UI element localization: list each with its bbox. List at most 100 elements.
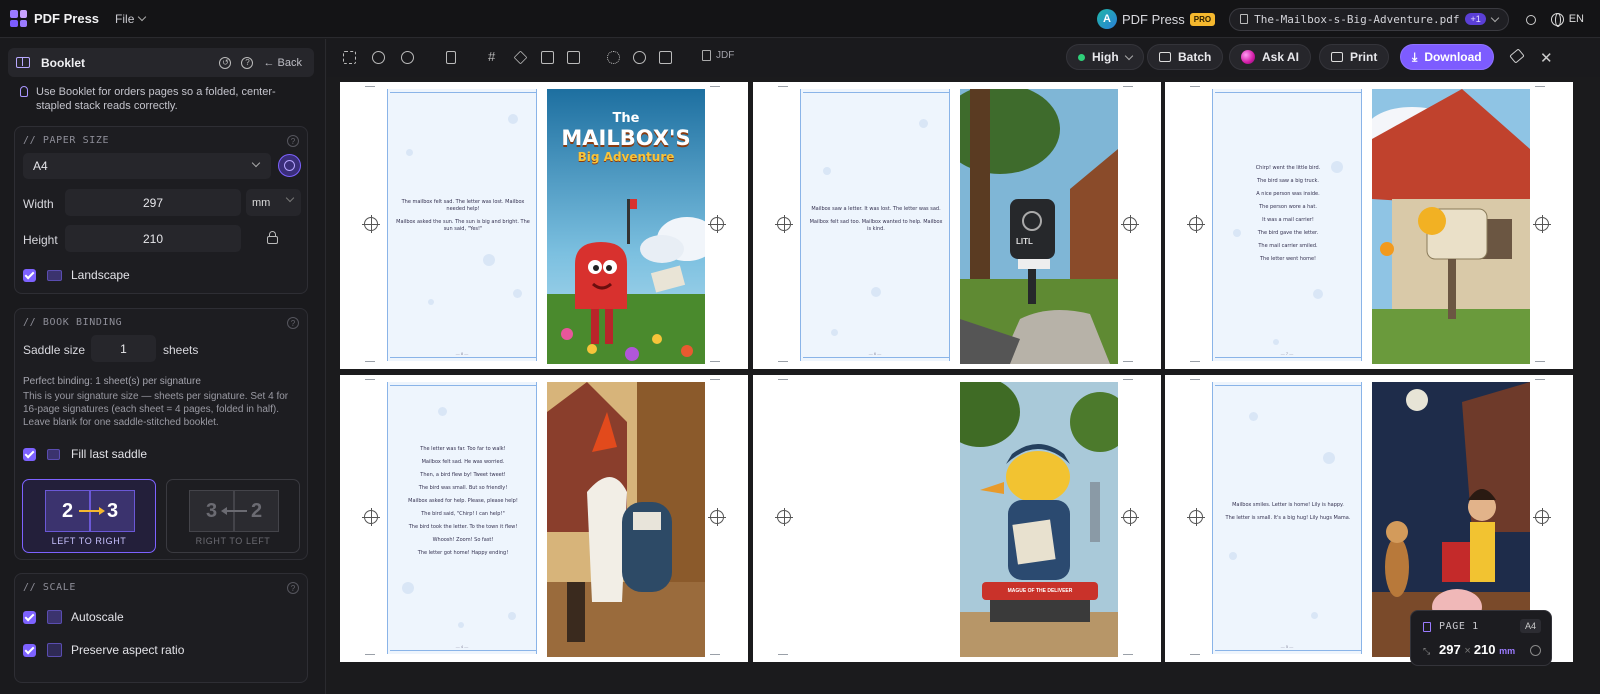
account-brand[interactable]: A PDF Press PRO — [1096, 9, 1216, 29]
grid-hash-icon[interactable]: # — [488, 49, 501, 64]
printer-icon — [1331, 52, 1343, 62]
app-logo[interactable]: PDF Press — [10, 10, 99, 27]
preserve-aspect-checkbox[interactable] — [23, 644, 36, 657]
width-input[interactable]: 297 — [65, 189, 241, 216]
back-button[interactable]: ← Back — [263, 57, 302, 69]
theme-toggle-sun-icon[interactable] — [1523, 12, 1537, 26]
help-icon[interactable]: ? — [287, 135, 299, 147]
compare-icon[interactable] — [659, 51, 672, 64]
paper-size-card: // PAPER SIZE ? A4 Width 297 mm Height 2… — [14, 126, 308, 294]
section-title: // BOOK BINDING — [23, 317, 123, 328]
document-icon — [1240, 14, 1249, 24]
book-binding-card: // BOOK BINDING ? Saddle size 1 sheets P… — [14, 308, 308, 560]
globe-icon — [1550, 12, 1564, 27]
story-line: The letter went home! — [1259, 256, 1317, 262]
checkbox-icon[interactable] — [567, 51, 580, 64]
page-info-panel: PAGE 1 A4 ⤡ 297 × 210 mm — [1410, 610, 1552, 666]
quality-select[interactable]: High — [1066, 44, 1144, 70]
unit-select[interactable]: mm — [246, 189, 301, 216]
book-open-icon — [16, 57, 30, 68]
document-icon — [702, 50, 711, 61]
registration-mark-icon — [1533, 215, 1551, 233]
lock-open-icon[interactable] — [267, 231, 278, 244]
blank-page — [800, 382, 950, 654]
sidebar-header: Booklet ↺ ? ← Back — [8, 48, 314, 77]
booklet-sheet[interactable]: Chirp! went the little bird. The bird sa… — [1165, 82, 1573, 369]
story-line: The bird saw a big truck. — [1257, 178, 1319, 184]
paper-size-value: A4 — [33, 159, 48, 173]
language-selector[interactable]: EN — [1550, 12, 1584, 27]
info-icon[interactable] — [1530, 645, 1541, 656]
saddle-size-input[interactable]: 1 — [91, 335, 156, 362]
book-label: MAGUE OF THE DELIVEER — [1007, 588, 1073, 594]
back-label: Back — [277, 56, 302, 69]
autoscale-checkbox[interactable] — [23, 611, 36, 624]
table-icon[interactable] — [541, 51, 554, 64]
add-paper-size-button[interactable] — [278, 154, 301, 177]
cover-title-line3: Big Adventure — [577, 150, 675, 164]
fit-screen-icon[interactable] — [343, 51, 356, 64]
chevron-down-icon — [251, 158, 261, 168]
registration-mark-icon — [362, 508, 380, 526]
layers-icon[interactable] — [513, 50, 528, 65]
saddle-unit-label: sheets — [163, 343, 199, 357]
print-label: Print — [1350, 50, 1378, 64]
story-line: A nice person was inside. — [1256, 191, 1320, 197]
height-input[interactable]: 210 — [65, 225, 241, 252]
landscape-label: Landscape — [71, 268, 130, 282]
aspect-ratio-icon — [47, 643, 62, 657]
info-icon[interactable] — [633, 51, 646, 64]
booklet-sheet[interactable]: MAGUE OF THE DELIVEER — [753, 375, 1161, 662]
batch-button[interactable]: Batch — [1147, 44, 1224, 70]
help-icon[interactable]: ? — [241, 56, 254, 69]
booklet-sheet[interactable]: The letter was far. Too far to walk! Mai… — [340, 375, 748, 662]
file-count-badge: +1 — [1465, 13, 1486, 25]
help-icon[interactable]: ? — [287, 317, 299, 329]
page-label: PAGE 1 — [1439, 621, 1479, 632]
help-icon[interactable]: ? — [287, 582, 299, 594]
file-menu-label: File — [115, 11, 135, 26]
chevron-down-icon — [1124, 51, 1133, 60]
story-line: Chirp! went the little bird. — [1255, 165, 1321, 171]
document-icon — [1423, 622, 1431, 632]
download-button[interactable]: ⤓ Download — [1400, 44, 1494, 70]
cover-title-line1: The — [612, 111, 640, 126]
page-number: — 8 — — [455, 351, 469, 356]
paper-size-select[interactable]: A4 — [23, 153, 271, 179]
saddle-icon — [47, 449, 60, 460]
left-to-right-button[interactable]: 2 3 LEFT TO RIGHT — [22, 479, 156, 553]
plus-circle-icon — [284, 160, 295, 171]
direction-label: RIGHT TO LEFT — [195, 536, 271, 546]
registration-mark-icon — [708, 508, 726, 526]
reset-icon[interactable]: ↺ — [219, 56, 232, 69]
file-selector[interactable]: The-Mailbox-s-Big-Adventure.pdf +1 — [1229, 7, 1509, 31]
cover-title-line2: MAILBOX'S — [561, 126, 691, 150]
booklet-sheet[interactable]: Mailbox saw a letter. It was lost. The l… — [753, 82, 1161, 369]
landscape-checkbox[interactable] — [23, 269, 36, 282]
booklet-hint: Use Booklet for orders pages so a folded… — [20, 85, 310, 113]
ask-ai-button[interactable]: Ask AI — [1229, 44, 1311, 70]
close-icon[interactable]: ✕ — [1540, 49, 1553, 67]
autoscale-icon — [47, 610, 62, 624]
print-button[interactable]: Print — [1319, 44, 1390, 70]
registration-mark-icon — [1187, 508, 1205, 526]
settings-icon[interactable] — [607, 51, 620, 64]
fill-last-saddle-checkbox[interactable] — [23, 448, 36, 461]
registration-mark-icon — [1121, 215, 1139, 233]
eraser-icon[interactable] — [1509, 48, 1525, 64]
arrow-right-icon — [79, 507, 105, 515]
story-line: The person wore a hat. — [1259, 204, 1317, 210]
jdf-button[interactable]: JDF — [702, 50, 734, 61]
file-menu[interactable]: File — [115, 11, 147, 26]
zoom-out-icon[interactable] — [401, 51, 414, 64]
story-line: The bird said, "Chirp! I can help!" — [421, 511, 505, 517]
section-title: // PAPER SIZE — [23, 135, 110, 146]
columns-icon[interactable] — [446, 51, 456, 64]
zoom-in-icon[interactable] — [372, 51, 385, 64]
right-to-left-button[interactable]: 3 2 RIGHT TO LEFT — [166, 479, 300, 553]
booklet-sheet[interactable]: The mailbox felt sad. The letter was los… — [340, 82, 748, 369]
signature-explanation: This is your signature size — sheets per… — [23, 391, 289, 428]
lightbulb-icon — [20, 86, 28, 97]
language-label: EN — [1568, 13, 1584, 25]
mailbox-illustration: LITL — [960, 89, 1118, 364]
